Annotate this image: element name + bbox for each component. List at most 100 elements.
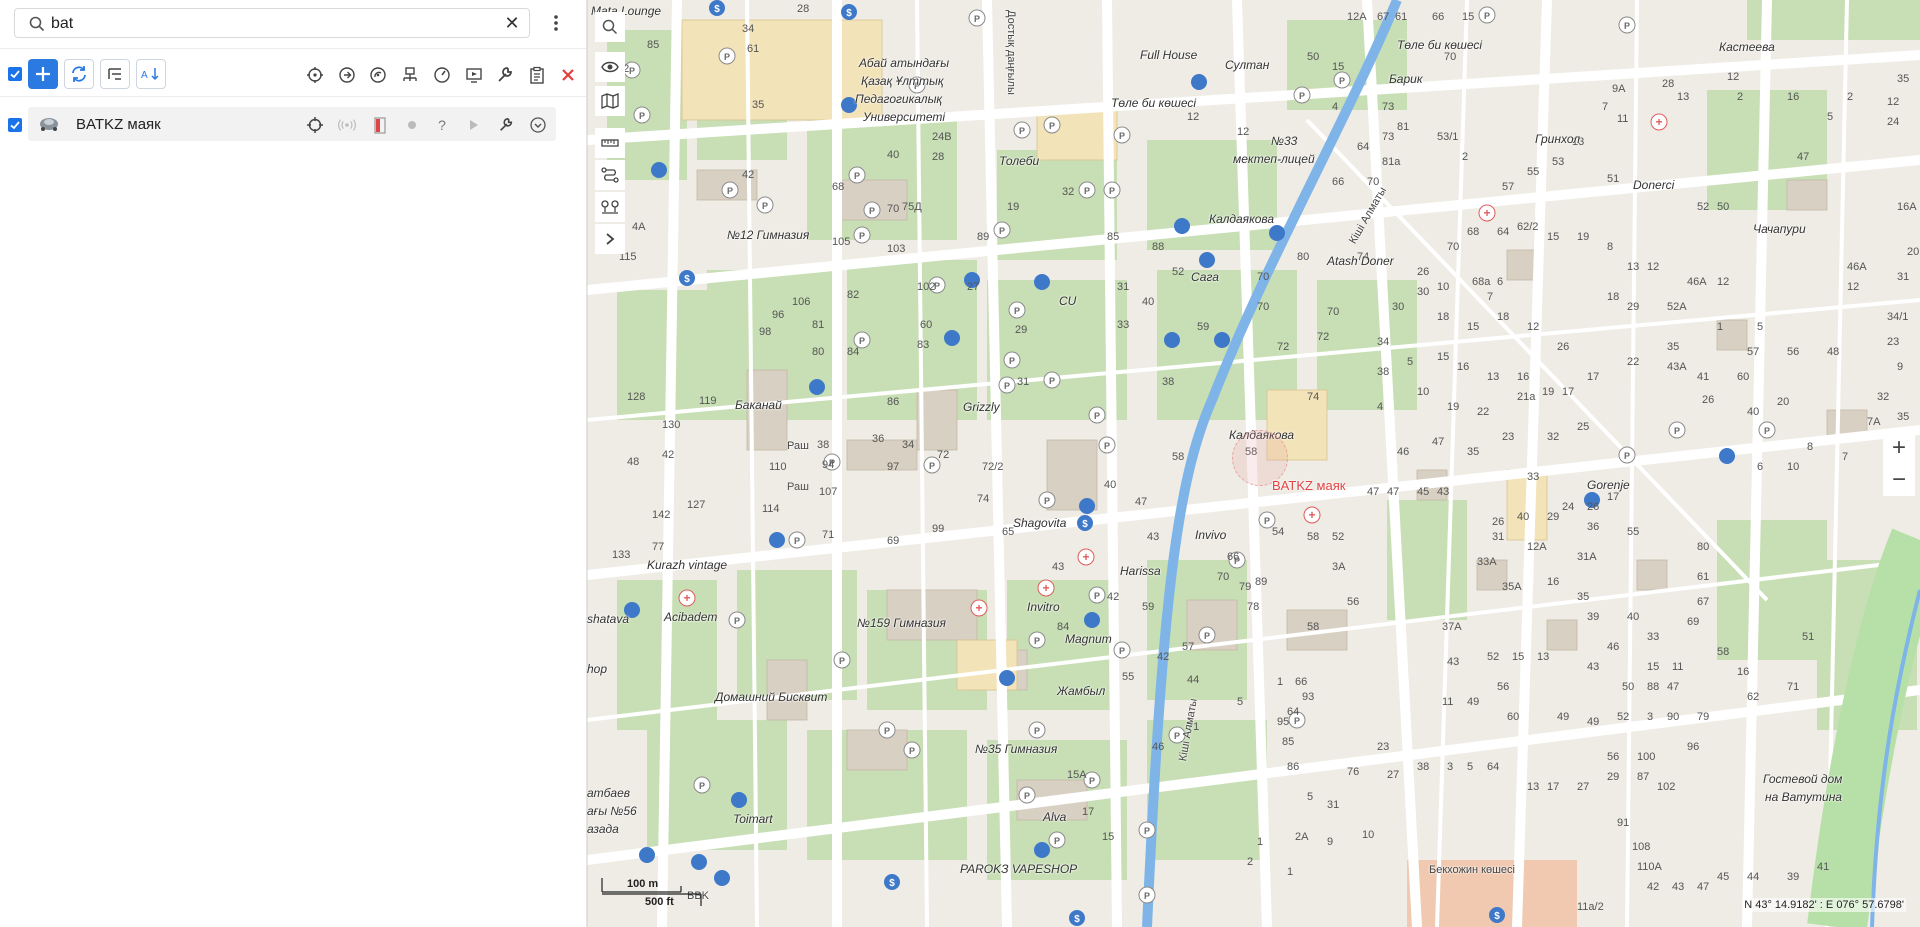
svg-text:24B: 24B xyxy=(932,131,952,143)
svg-text:46A: 46A xyxy=(1847,261,1867,273)
plus-icon xyxy=(36,67,50,81)
svg-text:32: 32 xyxy=(1547,431,1559,443)
svg-text:114: 114 xyxy=(762,503,780,515)
svg-text:17: 17 xyxy=(1562,386,1574,398)
layer-row[interactable]: BATKZ маяк ? xyxy=(28,107,556,141)
speed-icon[interactable] xyxy=(432,66,452,84)
svg-text:70: 70 xyxy=(1327,306,1339,318)
svg-text:33: 33 xyxy=(1647,631,1659,643)
svg-text:2: 2 xyxy=(1462,151,1468,163)
svg-text:P: P xyxy=(839,656,845,666)
close-icon[interactable] xyxy=(558,66,578,84)
svg-text:15: 15 xyxy=(1647,661,1659,673)
tree-view-button[interactable] xyxy=(100,59,130,89)
svg-text:62/2: 62/2 xyxy=(1517,221,1538,233)
question-icon[interactable]: ? xyxy=(433,116,451,134)
svg-text:28: 28 xyxy=(797,3,809,15)
locate-icon[interactable] xyxy=(305,66,325,84)
svg-text:12A: 12A xyxy=(1527,541,1547,553)
svg-text:34/1: 34/1 xyxy=(1887,311,1908,323)
svg-text:56: 56 xyxy=(1787,346,1799,358)
ruler-button[interactable] xyxy=(595,128,625,158)
signal-icon[interactable] xyxy=(368,66,388,84)
video-icon[interactable] xyxy=(464,66,484,84)
svg-text:60: 60 xyxy=(1507,711,1519,723)
map-label: shatava xyxy=(587,612,630,626)
svg-text:99: 99 xyxy=(932,523,944,535)
places-button[interactable] xyxy=(595,192,625,222)
visibility-button[interactable] xyxy=(595,52,625,82)
map-layers-button[interactable] xyxy=(595,86,625,116)
play-icon[interactable] xyxy=(465,116,483,134)
svg-text:17: 17 xyxy=(1607,491,1619,503)
map-label: атбаев xyxy=(587,786,631,800)
network-icon[interactable] xyxy=(400,66,420,84)
svg-text:74: 74 xyxy=(977,493,989,505)
clear-search-icon[interactable]: ✕ xyxy=(503,14,521,32)
map-label: CU xyxy=(1059,294,1077,308)
refresh-button[interactable] xyxy=(64,59,94,89)
svg-text:78: 78 xyxy=(1247,601,1259,613)
svg-text:81: 81 xyxy=(1397,121,1409,133)
svg-text:29: 29 xyxy=(1015,324,1027,336)
svg-text:87: 87 xyxy=(1637,771,1649,783)
svg-text:64: 64 xyxy=(1357,141,1369,153)
svg-text:28: 28 xyxy=(1662,78,1674,90)
svg-text:39: 39 xyxy=(1587,611,1599,623)
route-button[interactable] xyxy=(595,160,625,190)
search-icon xyxy=(602,19,618,35)
svg-text:31: 31 xyxy=(1017,376,1029,388)
svg-text:103: 103 xyxy=(887,243,905,255)
map-label: Абай атындағы xyxy=(859,56,950,70)
expand-tools-button[interactable] xyxy=(595,224,625,254)
wrench-icon[interactable] xyxy=(497,116,515,134)
svg-text:43: 43 xyxy=(1437,486,1449,498)
svg-text:50: 50 xyxy=(1622,681,1634,693)
clipboard-icon[interactable] xyxy=(527,66,547,84)
map-label: Grizzly xyxy=(963,400,1000,414)
search-input[interactable] xyxy=(49,13,493,35)
map-view[interactable]: PPP PPP PPP PPP PPP PPP PPP PPP PPP PPP … xyxy=(587,0,1920,927)
svg-text:7: 7 xyxy=(1602,101,1608,113)
svg-text:16: 16 xyxy=(1457,361,1469,373)
svg-text:59: 59 xyxy=(1197,321,1209,333)
add-button[interactable] xyxy=(28,59,58,89)
svg-text:33: 33 xyxy=(1527,471,1539,483)
svg-text:P: P xyxy=(727,186,733,196)
wrench-icon[interactable] xyxy=(495,66,515,84)
svg-text:4: 4 xyxy=(1332,101,1338,113)
send-icon[interactable] xyxy=(337,66,357,84)
svg-text:51: 51 xyxy=(1607,173,1619,185)
svg-text:100: 100 xyxy=(1637,751,1655,763)
svg-text:49: 49 xyxy=(1467,696,1479,708)
svg-text:52: 52 xyxy=(1697,201,1709,213)
svg-text:35: 35 xyxy=(1897,73,1909,85)
svg-text:5: 5 xyxy=(1237,696,1243,708)
map-label: Султан xyxy=(1225,58,1270,72)
sort-button[interactable]: A xyxy=(136,59,166,89)
svg-text:61: 61 xyxy=(747,43,759,55)
tree-icon xyxy=(108,68,121,80)
svg-text:61: 61 xyxy=(1697,571,1709,583)
svg-text:52: 52 xyxy=(1487,651,1499,663)
svg-text:11: 11 xyxy=(1617,113,1628,125)
search-box[interactable]: ✕ xyxy=(14,8,530,38)
more-vert-icon[interactable] xyxy=(548,12,564,34)
broadcast-icon[interactable] xyxy=(338,116,356,134)
svg-text:96: 96 xyxy=(1687,741,1699,753)
select-all-checkbox[interactable] xyxy=(8,67,22,81)
target-icon[interactable] xyxy=(306,116,324,134)
map-search-button[interactable] xyxy=(595,12,625,42)
zoom-in-button[interactable]: + xyxy=(1883,432,1915,464)
expand-circle-icon[interactable] xyxy=(529,116,547,134)
svg-text:70: 70 xyxy=(1217,571,1229,583)
svg-text:44: 44 xyxy=(1187,674,1199,686)
battery-icon[interactable] xyxy=(371,116,389,134)
svg-text:20: 20 xyxy=(1777,396,1789,408)
svg-text:80: 80 xyxy=(812,346,824,358)
map-label: Toimart xyxy=(733,812,773,826)
chevron-right-icon xyxy=(606,233,615,245)
layer-checkbox[interactable] xyxy=(8,118,22,132)
svg-text:27: 27 xyxy=(1577,781,1589,793)
zoom-out-button[interactable]: − xyxy=(1883,464,1915,496)
